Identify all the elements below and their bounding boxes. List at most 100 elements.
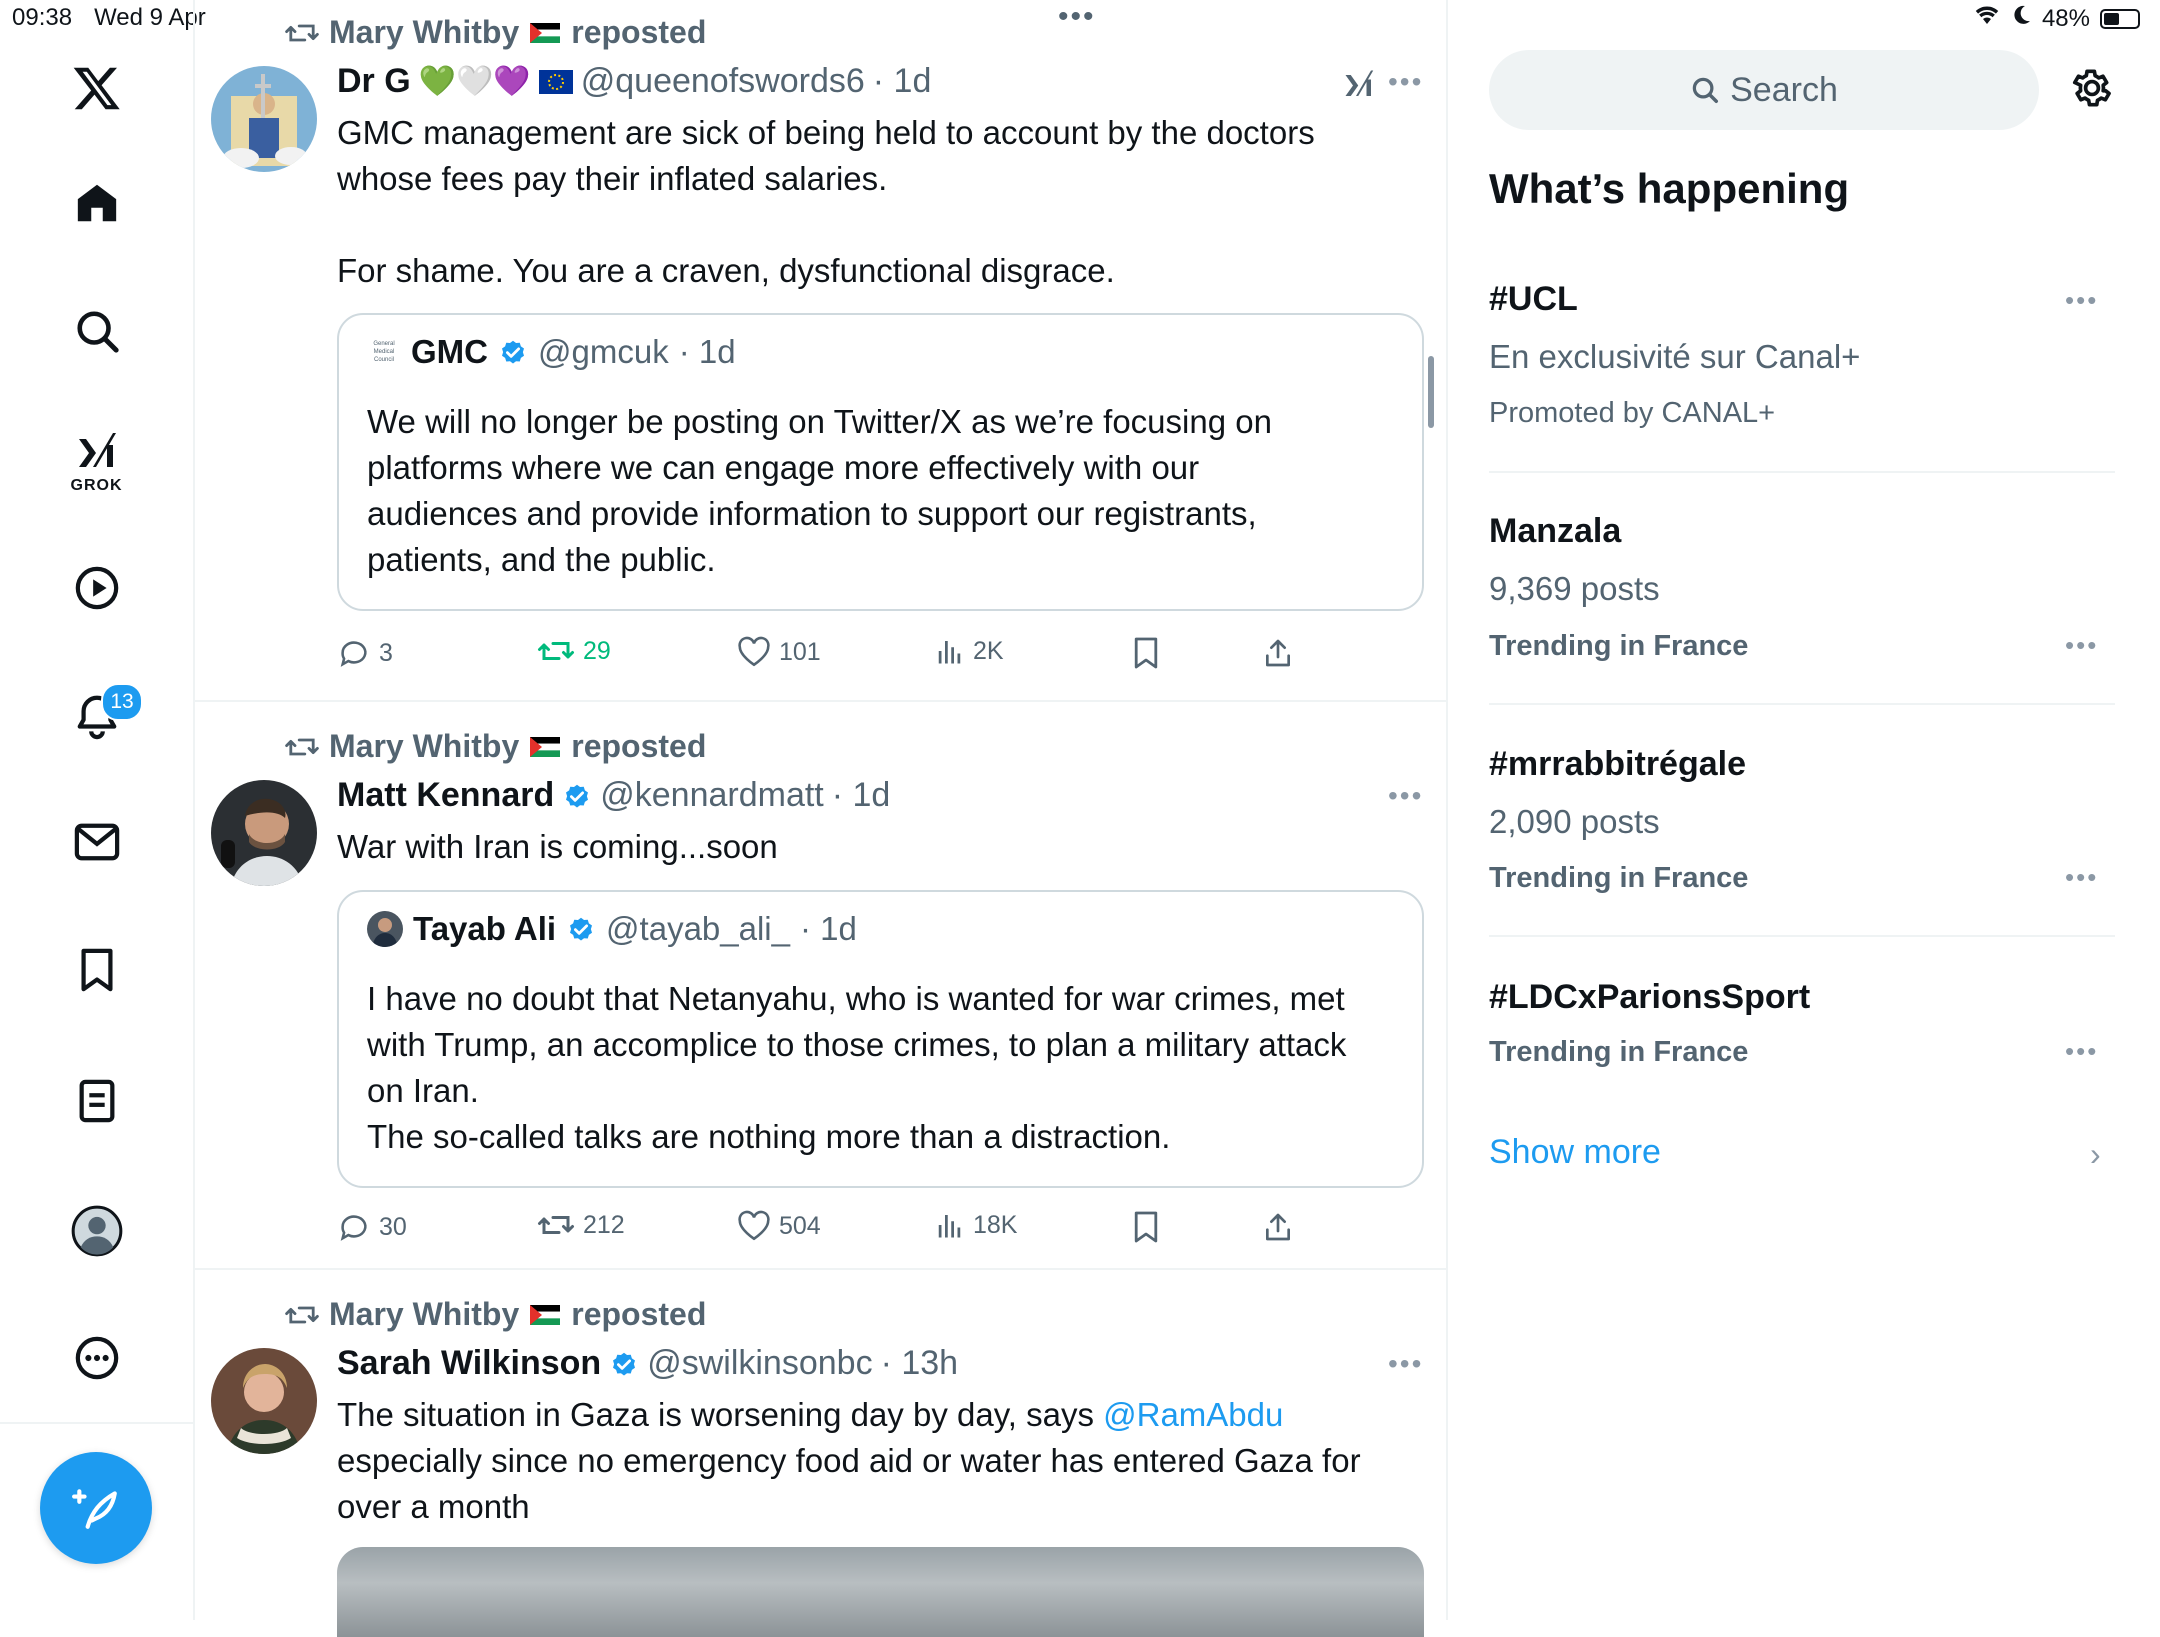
grok-icon[interactable]: GROK bbox=[71, 427, 123, 495]
video-icon[interactable] bbox=[74, 565, 120, 611]
author-name[interactable]: Sarah Wilkinson bbox=[337, 1344, 601, 1383]
reply-icon bbox=[340, 641, 367, 667]
tweet-more-options-icon[interactable]: ••• bbox=[1388, 1348, 1423, 1380]
tweet-author-row: Dr G 💚🤍💜 @queenofswords6 · 1d bbox=[337, 62, 931, 101]
reply-button[interactable]: 3 bbox=[337, 636, 393, 670]
trend-title[interactable]: #LDCxParionsSport bbox=[1489, 978, 1810, 1017]
views-chart-icon bbox=[938, 641, 961, 664]
trend-more-icon[interactable]: ••• bbox=[2065, 630, 2098, 661]
quote-author-row: Tayab Ali @tayab_ali_ · 1d bbox=[367, 910, 857, 948]
quote-time: · 1d bbox=[678, 333, 736, 370]
repost-context: Mary Whitby reposted bbox=[285, 1296, 706, 1333]
search-input[interactable]: Search bbox=[1489, 50, 2039, 130]
quoted-tweet[interactable]: Tayab Ali @tayab_ali_ · 1d I have no dou… bbox=[337, 890, 1424, 1188]
trend-more-icon[interactable]: ••• bbox=[2065, 1036, 2098, 1067]
verified-badge-icon bbox=[613, 1352, 636, 1375]
trend-title[interactable]: #mrrabbitrégale bbox=[1489, 745, 1746, 784]
trend-post-count: 9,369 posts bbox=[1489, 570, 1660, 607]
repost-context: Mary Whitby reposted bbox=[285, 14, 706, 51]
share-button[interactable] bbox=[1262, 1210, 1294, 1244]
views-button[interactable]: 18K bbox=[935, 1210, 1017, 1240]
trend-subtitle: En exclusivité sur Canal+ bbox=[1489, 338, 1861, 375]
bookmark-icon bbox=[1134, 637, 1158, 669]
avatar-sarah-wilkinson[interactable] bbox=[211, 1348, 317, 1454]
more-options-icon[interactable] bbox=[74, 1335, 120, 1381]
author-handle[interactable]: @kennardmatt bbox=[600, 776, 824, 815]
views-count: 18K bbox=[973, 1210, 1018, 1239]
views-button[interactable]: 2K bbox=[935, 636, 1004, 666]
repost-button[interactable]: 29 bbox=[537, 636, 611, 666]
tweet-text-before-mention: The situation in Gaza is worsening day b… bbox=[337, 1396, 1104, 1433]
author-handle[interactable]: @queenofswords6 bbox=[581, 62, 865, 101]
x-logo-icon[interactable] bbox=[71, 63, 123, 113]
tweet-more-options-icon[interactable]: ••• bbox=[1388, 780, 1423, 812]
palestine-flag-icon bbox=[530, 1304, 561, 1325]
repost-icon bbox=[285, 738, 319, 755]
trend-separator bbox=[1489, 703, 2115, 705]
grok-label: GROK bbox=[70, 477, 123, 494]
trend-separator bbox=[1489, 935, 2115, 937]
repost-label: reposted bbox=[571, 728, 707, 764]
reply-button[interactable]: 30 bbox=[337, 1210, 407, 1244]
like-count: 101 bbox=[779, 637, 821, 666]
tweet-author-row: Matt Kennard @kennardmatt · 1d bbox=[337, 776, 890, 815]
moon-icon bbox=[2012, 4, 2032, 33]
views-chart-icon bbox=[938, 1215, 961, 1238]
author-name[interactable]: Matt Kennard bbox=[337, 776, 554, 815]
explore-search-icon[interactable] bbox=[74, 308, 120, 354]
palestine-flag-icon bbox=[530, 22, 561, 43]
trend-more-icon[interactable]: ••• bbox=[2065, 862, 2098, 893]
share-icon bbox=[1266, 1213, 1290, 1241]
bookmark-button[interactable] bbox=[1132, 636, 1160, 670]
like-button[interactable]: 504 bbox=[737, 1210, 821, 1242]
trend-title[interactable]: #UCL bbox=[1489, 280, 1578, 319]
verified-badge-icon bbox=[570, 917, 593, 941]
messages-icon[interactable] bbox=[74, 822, 120, 862]
tweet-author-row: Sarah Wilkinson @swilkinsonbc · 13h bbox=[337, 1344, 958, 1383]
repost-button[interactable]: 212 bbox=[537, 1210, 625, 1240]
quote-avatar bbox=[367, 911, 403, 947]
author-name[interactable]: Dr G bbox=[337, 62, 411, 101]
chevron-right-icon[interactable]: › bbox=[2090, 1136, 2101, 1173]
quoted-tweet[interactable]: General Medical Council GMC @gmcuk · 1d We… bbox=[337, 313, 1424, 611]
author-emoji-hearts: 💚🤍💜 bbox=[418, 65, 531, 98]
mention-link[interactable]: @RamAbdu bbox=[1103, 1396, 1283, 1433]
feed-scrollbar[interactable] bbox=[1428, 356, 1434, 428]
compose-post-button[interactable] bbox=[40, 1452, 152, 1564]
tweet-separator bbox=[193, 700, 1446, 702]
tweet-time[interactable]: · 1d bbox=[873, 62, 932, 101]
tweet-more-options-icon[interactable]: ••• bbox=[1388, 66, 1423, 98]
repost-icon bbox=[538, 1216, 574, 1234]
bookmark-button[interactable] bbox=[1132, 1210, 1160, 1244]
share-icon bbox=[1266, 639, 1290, 667]
trend-more-icon[interactable]: ••• bbox=[2065, 285, 2098, 316]
tweet-actions: 30 212 504 18K bbox=[337, 1210, 1337, 1250]
show-more-link[interactable]: Show more bbox=[1489, 1133, 1661, 1172]
repost-user[interactable]: Mary Whitby bbox=[329, 1296, 519, 1333]
repost-user[interactable]: Mary Whitby bbox=[329, 728, 519, 765]
avatar-matt-kennard[interactable] bbox=[211, 780, 317, 886]
trend-title[interactable]: Manzala bbox=[1489, 512, 1621, 551]
tweet-time[interactable]: · 13h bbox=[881, 1344, 959, 1383]
avatar-dr-g[interactable] bbox=[211, 66, 317, 172]
repost-user[interactable]: Mary Whitby bbox=[329, 14, 519, 51]
whats-happening-heading: What’s happening bbox=[1489, 165, 1850, 212]
profile-avatar-icon[interactable] bbox=[71, 1205, 123, 1257]
repost-count: 212 bbox=[583, 1210, 625, 1239]
grok-explain-icon[interactable] bbox=[1341, 66, 1377, 107]
home-icon[interactable] bbox=[73, 180, 121, 226]
trend-context: Trending in France bbox=[1489, 862, 1749, 894]
trend-context: Trending in France bbox=[1489, 630, 1749, 662]
author-handle[interactable]: @swilkinsonbc bbox=[647, 1344, 872, 1383]
tweet-time[interactable]: · 1d bbox=[832, 776, 891, 815]
bookmarks-icon[interactable] bbox=[77, 947, 117, 993]
settings-gear-icon[interactable] bbox=[2070, 66, 2114, 115]
verified-badge-icon bbox=[566, 784, 589, 807]
compose-feather-icon bbox=[72, 1489, 117, 1529]
like-button[interactable]: 101 bbox=[737, 636, 821, 668]
share-button[interactable] bbox=[1262, 636, 1294, 670]
tweet-media-image[interactable] bbox=[337, 1547, 1424, 1637]
quote-author-name: Tayab Ali bbox=[413, 910, 557, 947]
tweet-separator bbox=[193, 1268, 1446, 1270]
lists-icon[interactable] bbox=[77, 1078, 117, 1124]
